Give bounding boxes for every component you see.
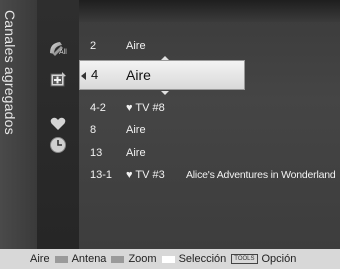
antenna-button[interactable]: Antena bbox=[50, 253, 107, 265]
bottom-help-bar: Aire Antena Zoom Selección TOOLS Opción bbox=[0, 249, 340, 269]
channel-list-screen: Canales agregados All 2 Aire 4 Aire 4-2 … bbox=[0, 0, 340, 269]
list-top-shade bbox=[79, 0, 340, 22]
channel-number: 13-1 bbox=[90, 169, 113, 181]
clock-icon bbox=[50, 137, 66, 153]
all-sub-label: All bbox=[59, 49, 67, 56]
category-icon-column: All bbox=[37, 0, 79, 249]
channel-number: 2 bbox=[90, 40, 97, 52]
channel-name: ♥ TV #8 bbox=[126, 102, 165, 114]
antenna-label: Antena bbox=[71, 253, 107, 265]
program-title: Alice's Adventures in Wonderland bbox=[186, 169, 336, 181]
channel-row[interactable]: 8 Aire bbox=[79, 120, 340, 140]
channel-name: Aire bbox=[126, 124, 146, 136]
category-programmed[interactable] bbox=[37, 132, 79, 158]
channel-name: Aire bbox=[126, 147, 146, 159]
select-button[interactable]: Selección bbox=[157, 253, 227, 265]
mode-label: Aire bbox=[30, 253, 50, 265]
scroll-down-icon[interactable] bbox=[161, 91, 169, 95]
yellow-key-icon bbox=[161, 255, 175, 263]
channel-name: Aire bbox=[126, 40, 146, 52]
panel-title: Canales agregados bbox=[2, 10, 18, 135]
category-added-channels[interactable] bbox=[37, 67, 79, 93]
channel-number: 4 bbox=[91, 67, 99, 82]
green-key-icon bbox=[111, 255, 125, 263]
arrow-left-icon[interactable] bbox=[81, 72, 86, 80]
channel-list: 2 Aire 4 Aire 4-2 ♥ TV #8 8 Aire 13 Aire… bbox=[79, 0, 340, 249]
channel-name: ♥ TV #3 bbox=[126, 169, 165, 181]
red-key-icon bbox=[54, 255, 68, 263]
channel-number: 13 bbox=[90, 147, 103, 159]
tools-label: Opción bbox=[261, 253, 297, 265]
added-channels-icon bbox=[50, 72, 66, 87]
channel-row[interactable]: 13 Aire bbox=[79, 143, 340, 163]
title-strip: Canales agregados bbox=[0, 0, 37, 249]
select-label: Selección bbox=[178, 253, 227, 265]
channel-number: 8 bbox=[90, 124, 97, 136]
channel-name: Aire bbox=[126, 67, 151, 83]
channel-row-selected[interactable]: 4 Aire bbox=[79, 60, 245, 90]
category-all-channels[interactable]: All bbox=[37, 36, 79, 62]
tools-key-icon: TOOLS bbox=[231, 254, 258, 264]
zoom-button[interactable]: Zoom bbox=[106, 253, 157, 265]
channel-row[interactable]: 13-1 ♥ TV #3 Alice's Adventures in Wonde… bbox=[79, 165, 340, 185]
channel-row[interactable]: 2 Aire bbox=[79, 36, 340, 56]
zoom-label: Zoom bbox=[128, 253, 157, 265]
tools-button[interactable]: TOOLS Opción bbox=[226, 253, 296, 265]
heart-icon bbox=[50, 117, 66, 130]
channel-row[interactable]: 4-2 ♥ TV #8 bbox=[79, 98, 340, 118]
channel-number: 4-2 bbox=[90, 102, 106, 114]
